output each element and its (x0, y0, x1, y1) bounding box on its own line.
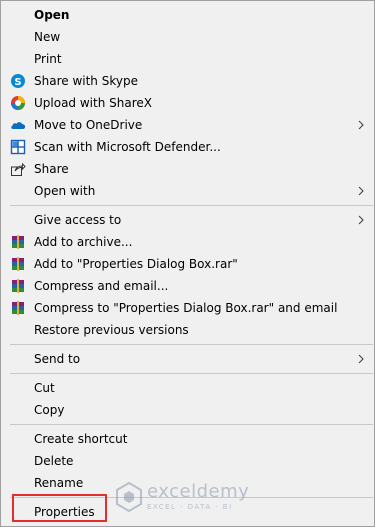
chevron-right-icon (358, 354, 364, 364)
chevron-right-icon (358, 120, 364, 130)
exceldemy-logo-icon (116, 482, 142, 512)
menu-separator (10, 205, 373, 206)
menu-item-open[interactable]: Open (1, 4, 374, 26)
menu-item-label: Move to OneDrive (34, 118, 143, 132)
defender-icon (10, 139, 26, 155)
menu-separator (10, 344, 373, 345)
winrar-icon (12, 301, 24, 315)
menu-item-label: Create shortcut (34, 432, 128, 446)
menu-item-label: Delete (34, 454, 74, 468)
winrar-icon (12, 235, 24, 249)
share-icon (11, 162, 26, 176)
menu-item-label: Send to (34, 352, 81, 366)
menu-item-create-shortcut[interactable]: Create shortcut (1, 428, 374, 450)
menu-item-label: Compress to "Properties Dialog Box.rar" … (34, 301, 338, 315)
chevron-right-icon (358, 186, 364, 196)
menu-item-label: Scan with Microsoft Defender... (34, 140, 221, 154)
menu-item-compress-to-rar-and-email[interactable]: Compress to "Properties Dialog Box.rar" … (1, 297, 374, 319)
menu-item-restore-previous-versions[interactable]: Restore previous versions (1, 319, 374, 341)
menu-item-new[interactable]: New (1, 26, 374, 48)
menu-item-upload-with-sharex[interactable]: Upload with ShareX (1, 92, 374, 114)
skype-icon: S (11, 74, 25, 88)
menu-item-print[interactable]: Print (1, 48, 374, 70)
menu-item-label: Compress and email... (34, 279, 169, 293)
properties-highlight-box (12, 494, 107, 522)
menu-item-label: Open (34, 8, 70, 22)
menu-item-label: Open with (34, 184, 96, 198)
menu-item-label: Copy (34, 403, 65, 417)
menu-item-add-to-archive[interactable]: Add to archive... (1, 231, 374, 253)
menu-item-open-with[interactable]: Open with (1, 180, 374, 202)
menu-item-label: Give access to (34, 213, 122, 227)
watermark-tagline: EXCEL · DATA · BI (147, 503, 233, 511)
menu-item-move-to-onedrive[interactable]: Move to OneDrive (1, 114, 374, 136)
chevron-right-icon (358, 215, 364, 225)
winrar-icon (12, 279, 24, 293)
menu-item-label: Add to archive... (34, 235, 133, 249)
menu-item-delete[interactable]: Delete (1, 450, 374, 472)
svg-text:S: S (14, 77, 21, 88)
menu-item-copy[interactable]: Copy (1, 399, 374, 421)
onedrive-icon (11, 122, 26, 129)
exceldemy-watermark: exceldemy EXCEL · DATA · BI (115, 478, 265, 518)
menu-item-label: Restore previous versions (34, 323, 189, 337)
menu-item-label: Add to "Properties Dialog Box.rar" (34, 257, 238, 271)
menu-item-label: Upload with ShareX (34, 96, 152, 110)
sharex-icon (11, 96, 25, 110)
menu-item-give-access-to[interactable]: Give access to (1, 209, 374, 231)
menu-item-label: Print (34, 52, 62, 66)
menu-item-share[interactable]: Share (1, 158, 374, 180)
menu-item-add-to-rar[interactable]: Add to "Properties Dialog Box.rar" (1, 253, 374, 275)
menu-item-label: Cut (34, 381, 55, 395)
menu-item-label: Share with Skype (34, 74, 138, 88)
watermark-name: exceldemy (147, 481, 250, 502)
menu-item-compress-and-email[interactable]: Compress and email... (1, 275, 374, 297)
menu-item-cut[interactable]: Cut (1, 377, 374, 399)
menu-item-label: Share (34, 162, 69, 176)
menu-separator (10, 424, 373, 425)
menu-item-label: New (34, 30, 61, 44)
menu-item-send-to[interactable]: Send to (1, 348, 374, 370)
winrar-icon (12, 257, 24, 271)
menu-item-scan-with-defender[interactable]: Scan with Microsoft Defender... (1, 136, 374, 158)
context-menu: Open New Print S Share with Skype Upload… (0, 0, 375, 527)
menu-separator (10, 373, 373, 374)
menu-item-label: Rename (34, 476, 84, 490)
menu-item-share-with-skype[interactable]: S Share with Skype (1, 70, 374, 92)
